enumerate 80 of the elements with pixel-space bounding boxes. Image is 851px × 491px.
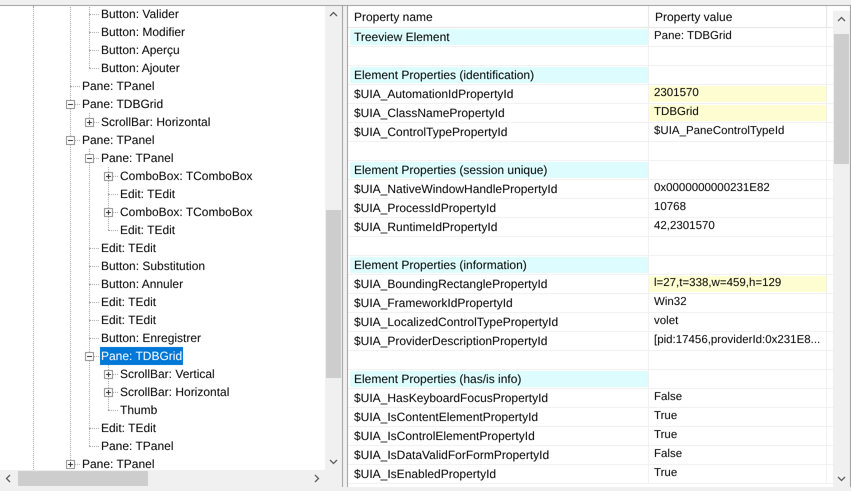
tree-item[interactable]: Edit: TEdit: [119, 185, 176, 203]
table-cell-text: False: [653, 447, 684, 462]
table-cell-text: [pid:17456,providerId:0x231E8...: [653, 333, 822, 348]
table-cell-text: $UIA_ProcessIdPropertyId: [353, 200, 498, 216]
tree-item[interactable]: Button: Aperçu: [100, 41, 181, 59]
tree-item[interactable]: ScrollBar: Horizontal: [100, 113, 212, 131]
table-cell-text: $UIA_ControlTypePropertyId: [353, 124, 508, 140]
table-cell-text: $UIA_NativeWindowHandlePropertyId: [353, 181, 558, 197]
scroll-thumb[interactable]: [326, 210, 341, 378]
tree-item[interactable]: ComboBox: TComboBox: [119, 203, 254, 221]
expand-icon[interactable]: [85, 118, 94, 126]
tree-item[interactable]: Button: Annuler: [100, 275, 184, 293]
tree-item[interactable]: Button: Modifier: [100, 23, 186, 41]
table-cell-text: False: [653, 390, 684, 406]
table-cell: Treeview Element: [350, 29, 648, 45]
table-cell-text: $UIA_IsControlElementPropertyId: [353, 428, 536, 444]
tree-item[interactable]: ScrollBar: Vertical: [119, 365, 216, 383]
section-heading: Element Properties (identification): [350, 67, 648, 83]
table-cell-text: 42,2301570: [653, 219, 716, 234]
tree-item[interactable]: Pane: TPanel: [81, 455, 156, 470]
table-cell-text: $UIA_ClassNamePropertyId: [353, 105, 506, 121]
table-cell-text: $UIA_ProviderDescriptionPropertyId: [353, 333, 548, 349]
expand-icon[interactable]: [104, 370, 113, 378]
expand-icon[interactable]: [104, 172, 113, 180]
table-cell-text: $UIA_PaneControlTypeId: [653, 124, 786, 140]
table-cell: TDBGrid: [649, 105, 826, 121]
table-cell-text: volet: [653, 314, 680, 330]
expand-icon[interactable]: [104, 208, 113, 216]
vertical-scrollbar[interactable]: [325, 6, 342, 470]
table-cell-text: True: [653, 466, 678, 482]
tree-item[interactable]: Button: Substitution: [100, 257, 206, 275]
tree-item[interactable]: Edit: TEdit: [100, 419, 158, 437]
table-cell-text: $UIA_BoundingRectanglePropertyId: [353, 276, 548, 292]
tree-item[interactable]: Pane: TDBGrid: [81, 95, 164, 113]
column-header[interactable]: Property name: [348, 6, 649, 27]
tree-item[interactable]: Thumb: [119, 401, 158, 419]
table-cell: l=27,t=338,w=459,h=129: [649, 276, 826, 292]
tree-item[interactable]: Edit: TEdit: [100, 293, 158, 311]
table-cell-text: $UIA_FrameworkIdPropertyId: [353, 295, 514, 311]
expand-icon[interactable]: [104, 388, 113, 396]
section-heading: Element Properties (information): [350, 257, 648, 273]
table-cell-text: $UIA_IsDataValidForFormPropertyId: [353, 447, 550, 463]
tree-item[interactable]: Pane: TPanel: [100, 149, 174, 167]
vertical-scrollbar[interactable]: [833, 11, 850, 487]
table-cell-text: $UIA_AutomationIdPropertyId: [353, 86, 514, 102]
table-cell-text: $UIA_IsEnabledPropertyId: [353, 466, 498, 482]
table-cell-text: True: [653, 409, 678, 424]
table-cell-text: $UIA_IsContentElementPropertyId: [353, 409, 540, 425]
tree-item[interactable]: Button: Enregistrer: [100, 329, 202, 347]
tree-item[interactable]: ComboBox: TComboBox: [119, 167, 254, 185]
tree-item[interactable]: Pane: TPanel: [81, 77, 156, 95]
table-cell-text: 10768: [653, 200, 687, 216]
horizontal-scrollbar[interactable]: [0, 470, 342, 487]
collapse-icon[interactable]: [85, 154, 94, 162]
table-cell-text: 0x0000000000231E82: [653, 181, 771, 196]
expand-icon[interactable]: [66, 460, 75, 468]
table-cell-text: Win32: [653, 295, 688, 310]
tree-item[interactable]: Pane: TPanel: [81, 131, 156, 149]
tree-item[interactable]: ScrollBar: Horizontal: [119, 383, 230, 401]
scroll-thumb[interactable]: [18, 471, 148, 486]
table-cell-text: $UIA_HasKeyboardFocusPropertyId: [353, 390, 550, 406]
tree-item[interactable]: Edit: TEdit: [100, 239, 158, 257]
section-heading: Element Properties (has/is info): [350, 371, 648, 387]
tree-item[interactable]: Button: Ajouter: [100, 59, 181, 77]
table-cell-text: True: [653, 428, 678, 444]
tree-item[interactable]: Button: Valider: [100, 6, 180, 23]
table-cell: 2301570: [649, 86, 826, 102]
table-cell-text: $UIA_RuntimeIdPropertyId: [353, 219, 498, 235]
tree-item[interactable]: Pane: TDBGrid: [100, 347, 184, 365]
tree-item[interactable]: Edit: TEdit: [100, 311, 158, 329]
collapse-icon[interactable]: [66, 100, 75, 108]
scroll-thumb[interactable]: [834, 34, 849, 164]
section-heading: Element Properties (session unique): [350, 162, 648, 178]
tree-item[interactable]: Edit: TEdit: [119, 221, 176, 239]
collapse-icon[interactable]: [85, 352, 94, 360]
tree-item[interactable]: Pane: TPanel: [100, 437, 174, 455]
table-cell-text: Pane: TDBGrid: [653, 29, 733, 44]
table-cell-text: $UIA_LocalizedControlTypePropertyId: [353, 314, 560, 330]
collapse-icon[interactable]: [66, 136, 75, 144]
column-header[interactable]: Property value: [649, 6, 827, 27]
